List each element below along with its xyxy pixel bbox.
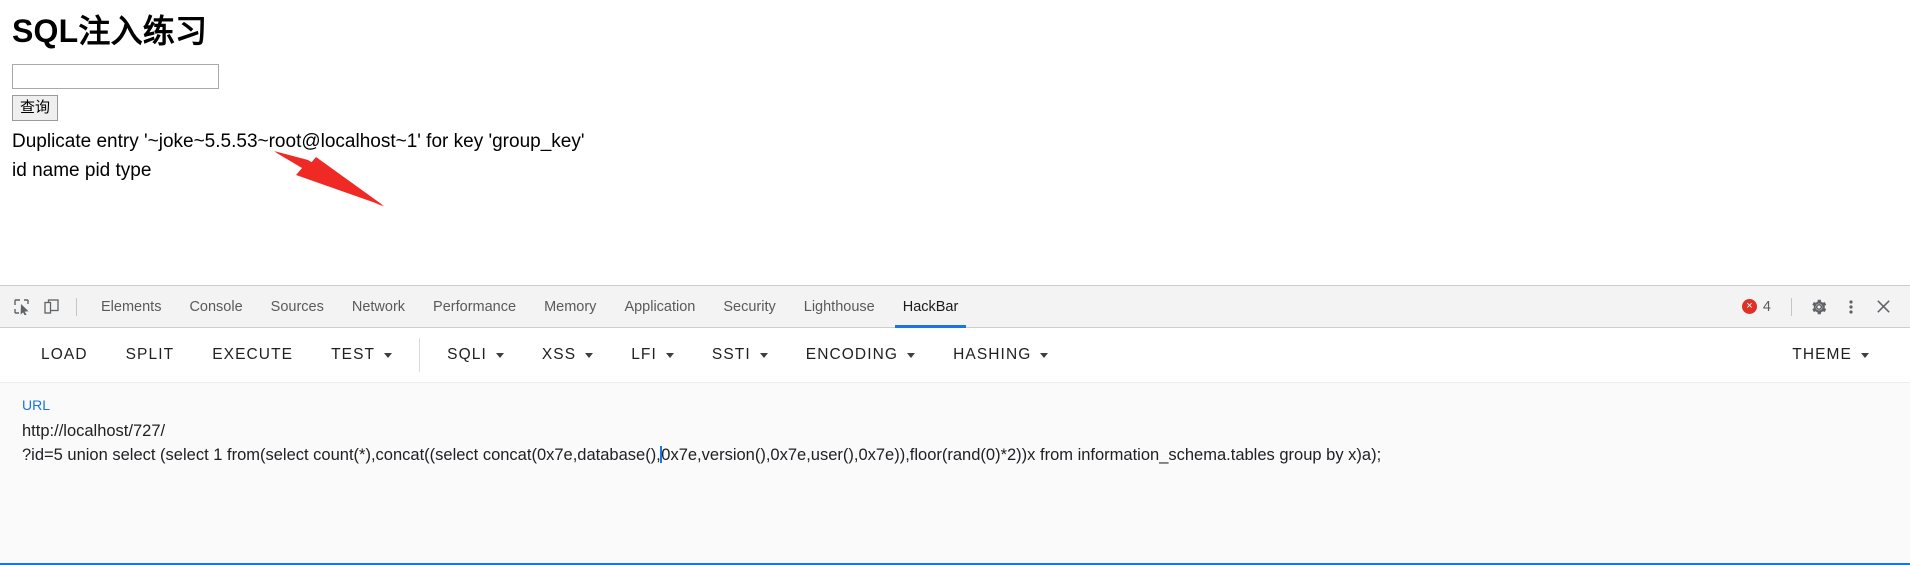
device-toolbar-icon[interactable] [36, 293, 66, 321]
chevron-down-icon [585, 352, 594, 358]
query-submit-button[interactable]: 查询 [12, 95, 59, 122]
tab-security[interactable]: Security [709, 286, 789, 327]
close-icon[interactable] [1868, 293, 1898, 321]
hackbar-xss-label: XSS [541, 346, 577, 363]
chevron-down-icon [759, 352, 768, 358]
hackbar-test-dropdown[interactable]: TEST [312, 336, 411, 374]
page-title: SQL注入练习 [12, 13, 208, 49]
hackbar-toolbar: LOAD SPLIT EXECUTE TEST SQLI XSS LFI SST… [0, 328, 1910, 382]
chevron-down-icon [907, 352, 916, 358]
tab-hackbar[interactable]: HackBar [889, 286, 973, 328]
url-field-label: URL [22, 397, 51, 413]
toolbar-divider [76, 297, 77, 316]
hackbar-lfi-dropdown[interactable]: LFI [612, 336, 693, 374]
gear-icon[interactable] [1804, 293, 1834, 321]
tab-network[interactable]: Network [338, 286, 419, 327]
error-icon: × [1741, 299, 1757, 314]
hackbar-load-label: LOAD [41, 346, 88, 363]
hackbar-lfi-label: LFI [631, 346, 657, 363]
web-page-viewport: SQL注入练习 查询 Duplicate entry '~joke~5.5.53… [0, 0, 1910, 285]
inspect-element-icon[interactable] [6, 293, 36, 321]
tab-elements[interactable]: Elements [87, 286, 175, 327]
tab-application[interactable]: Application [610, 286, 709, 327]
devtools-toolbar-right: × 4 [1738, 293, 1902, 321]
tab-lighthouse[interactable]: Lighthouse [790, 286, 889, 327]
hackbar-url-section[interactable]: URL http://localhost/727/ ?id=5 union se… [0, 382, 1910, 565]
hackbar-sqli-dropdown[interactable]: SQLI [428, 336, 523, 374]
error-count-label: 4 [1762, 298, 1771, 315]
chevron-down-icon [384, 352, 393, 358]
hackbar-theme-label: THEME [1792, 346, 1852, 363]
devtools-tabstrip: Elements Console Sources Network Perform… [0, 286, 1910, 328]
tab-sources[interactable]: Sources [257, 286, 338, 327]
chevron-down-icon [1040, 352, 1049, 358]
toolbar-divider-right [1791, 297, 1792, 316]
result-columns-line: id name pid type [12, 160, 152, 182]
hackbar-theme-dropdown[interactable]: THEME [1773, 336, 1888, 374]
hackbar-execute-button[interactable]: EXECUTE [193, 336, 312, 374]
url-value-after-caret: 0x7e,version(),0x7e,user(),0x7e)),floor(… [661, 446, 1382, 464]
query-result-output: Duplicate entry '~joke~5.5.53~root@local… [0, 121, 1910, 185]
hackbar-split-button[interactable]: SPLIT [107, 336, 194, 374]
devtools-tab-list: Elements Console Sources Network Perform… [87, 286, 973, 328]
chevron-down-icon [1861, 352, 1869, 358]
tab-console[interactable]: Console [175, 286, 256, 327]
hackbar-load-button[interactable]: LOAD [22, 336, 107, 374]
url-input[interactable]: http://localhost/727/ ?id=5 union select… [22, 419, 1888, 467]
query-form: 查询 [0, 50, 1910, 122]
kebab-menu-icon[interactable] [1836, 293, 1866, 321]
hackbar-test-label: TEST [331, 346, 376, 363]
hackbar-hashing-dropdown[interactable]: HASHING [934, 336, 1067, 374]
url-value-before-caret: http://localhost/727/ ?id=5 union select… [22, 422, 661, 464]
search-input[interactable] [12, 64, 219, 90]
chevron-down-icon [665, 352, 674, 358]
error-count-badge[interactable]: × 4 [1738, 299, 1779, 315]
hackbar-ssti-dropdown[interactable]: SSTI [693, 336, 787, 374]
devtools-panel: Elements Console Sources Network Perform… [0, 285, 1910, 565]
hackbar-split-label: SPLIT [125, 346, 175, 363]
chevron-down-icon [495, 352, 504, 358]
hackbar-hashing-label: HASHING [953, 346, 1032, 363]
hackbar-sqli-label: SQLI [447, 346, 487, 363]
hackbar-execute-label: EXECUTE [212, 346, 294, 363]
hackbar-encoding-dropdown[interactable]: ENCODING [787, 336, 934, 374]
tab-performance[interactable]: Performance [419, 286, 530, 327]
hackbar-xss-dropdown[interactable]: XSS [523, 336, 612, 374]
hackbar-divider [419, 338, 421, 372]
hackbar-ssti-label: SSTI [711, 346, 751, 363]
result-error-line: Duplicate entry '~joke~5.5.53~root@local… [12, 131, 585, 153]
hackbar-encoding-label: ENCODING [805, 346, 899, 363]
tab-memory[interactable]: Memory [530, 286, 610, 327]
